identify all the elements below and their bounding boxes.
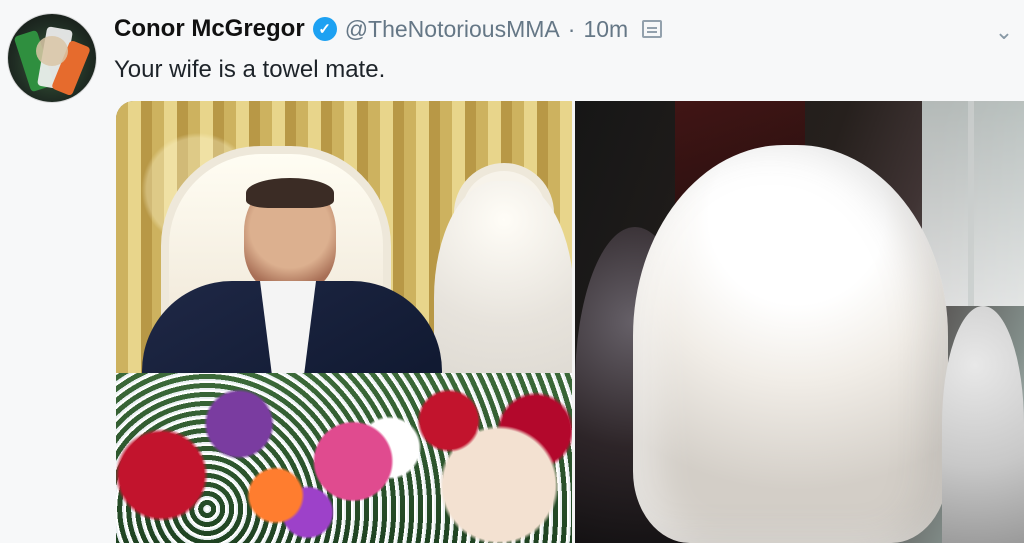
man-hair xyxy=(246,178,334,208)
tweet-time[interactable]: 10m xyxy=(583,16,628,43)
tweet-card[interactable]: Conor McGregor ✓ @TheNotoriousMMA · 10m … xyxy=(0,0,1024,543)
tweet-text: Your wife is a towel mate. xyxy=(114,56,386,83)
moment-icon[interactable] xyxy=(642,20,663,38)
chevron-down-icon[interactable]: ⌄ xyxy=(990,18,1018,46)
verified-badge-icon: ✓ xyxy=(312,17,337,41)
tweet-header: Conor McGregor ✓ @TheNotoriousMMA · 10m xyxy=(114,14,663,44)
flower-arrangement xyxy=(116,373,572,543)
partial-person xyxy=(942,306,1024,543)
header-separator: · xyxy=(567,15,576,42)
author-handle[interactable]: @TheNotoriousMMA xyxy=(345,16,560,43)
left-photo[interactable] xyxy=(116,101,574,543)
author-name[interactable]: Conor McGregor xyxy=(114,15,305,43)
right-photo[interactable] xyxy=(575,101,1024,543)
tweet-media-grid[interactable] xyxy=(116,101,1024,543)
veiled-bride xyxy=(633,145,948,543)
profile-avatar[interactable] xyxy=(8,14,96,102)
avatar-art-shape xyxy=(36,36,68,66)
